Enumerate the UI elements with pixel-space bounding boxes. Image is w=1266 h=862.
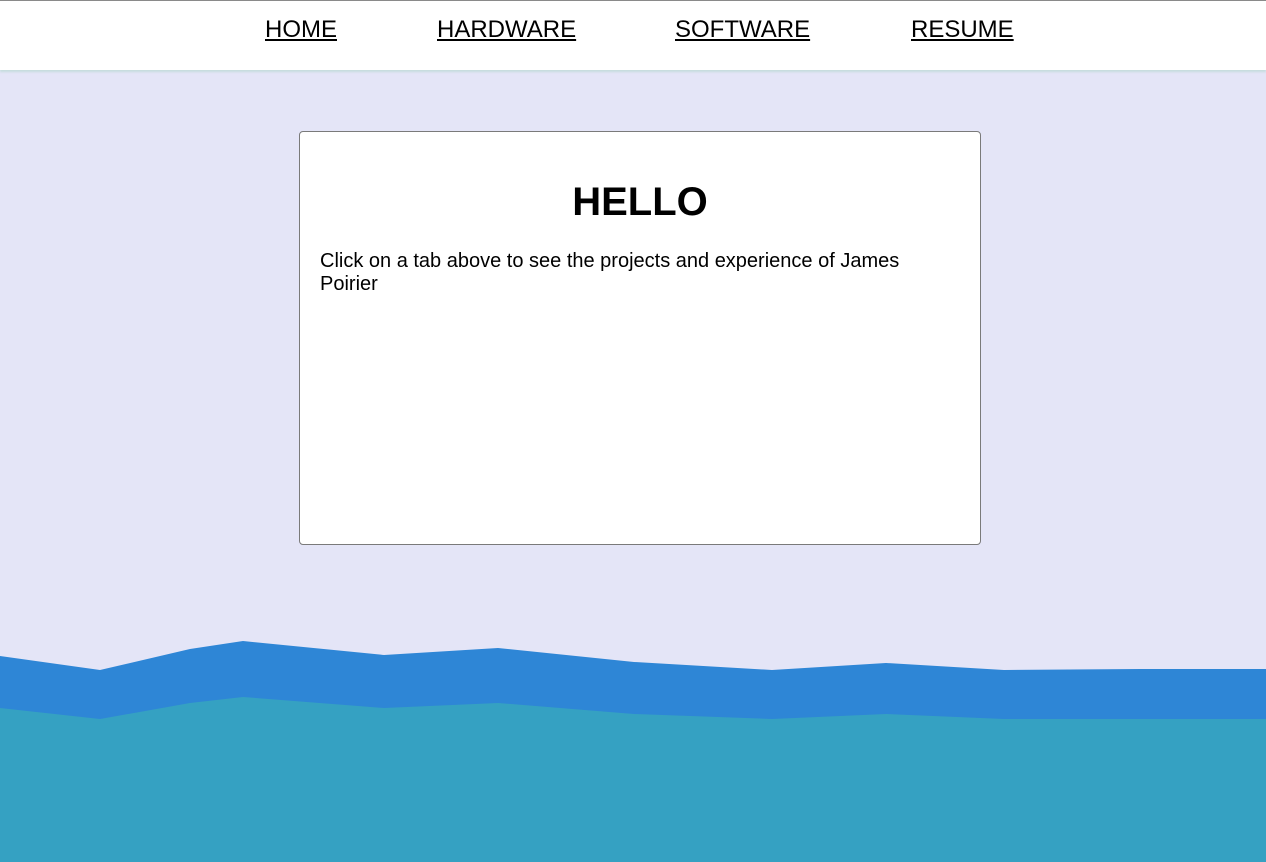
card-title: HELLO xyxy=(572,180,708,224)
nav-link-home[interactable]: HOME xyxy=(265,16,337,44)
nav-link-hardware[interactable]: HARDWARE xyxy=(437,16,576,44)
wave-front xyxy=(0,697,1266,862)
card-description: Click on a tab above to see the projects… xyxy=(320,250,900,295)
top-nav-bar: HOME HARDWARE SOFTWARE RESUME xyxy=(0,0,1266,70)
nav-link-resume[interactable]: RESUME xyxy=(911,16,1014,44)
decorative-waves xyxy=(0,641,1266,862)
welcome-card: HELLO Click on a tab above to see the pr… xyxy=(299,131,981,545)
nav-link-software[interactable]: SOFTWARE xyxy=(675,16,810,44)
